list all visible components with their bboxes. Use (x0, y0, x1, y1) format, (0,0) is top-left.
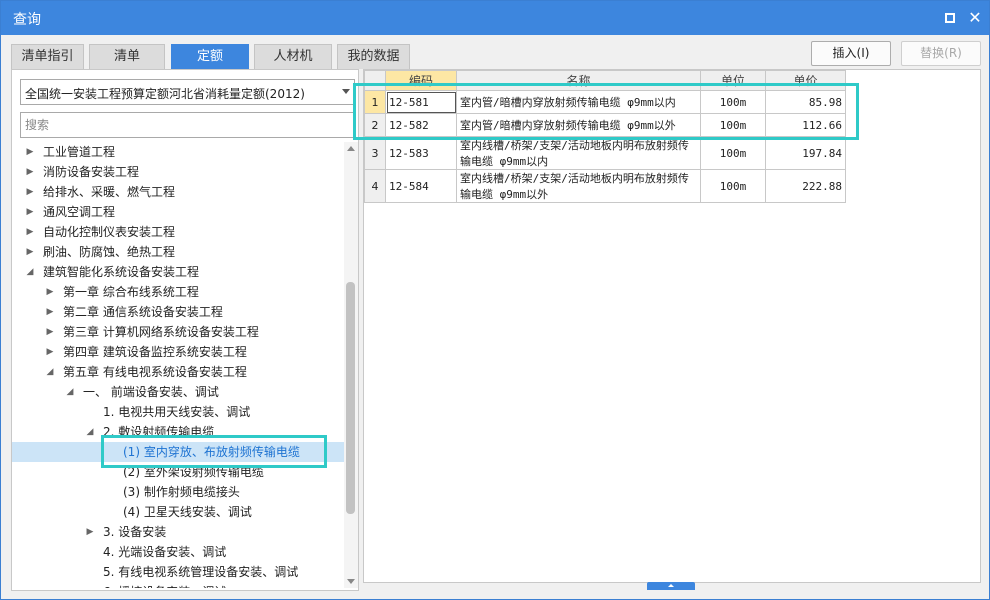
cell-code[interactable]: 12-583 (385, 136, 457, 170)
quota-library-value: 全国统一安装工程预算定额河北省消耗量定额(2012) (25, 87, 305, 101)
tree-node[interactable]: 1. 电视共用天线安装、调试 (12, 402, 344, 422)
collapse-arrow-icon[interactable]: ◢ (25, 262, 35, 282)
cell-unit[interactable]: 100m (700, 136, 766, 170)
scroll-down-icon[interactable] (347, 579, 355, 584)
tree-node[interactable]: (4) 卫星天线安装、调试 (12, 502, 344, 522)
query-dialog: 查询 ✕ 清单指引 清单 定额 人材机 我的数据 插入(I) 替换(R) 全国统… (0, 0, 990, 600)
tab-my-data[interactable]: 我的数据 (337, 44, 410, 69)
tree-node-label: 6. 播控设备安装、调试 (103, 582, 226, 588)
tree-node-label: 消防设备安装工程 (43, 165, 140, 179)
expand-arrow-icon[interactable]: ▶ (25, 222, 35, 242)
expand-arrow-icon[interactable]: ▶ (25, 162, 35, 182)
tree-node-label: 1. 电视共用天线安装、调试 (103, 405, 251, 419)
tree-node-label: 自动化控制仪表安装工程 (43, 225, 176, 239)
panel-collapse-handle[interactable] (647, 582, 695, 590)
tree-node[interactable]: ◢ 建筑智能化系统设备安装工程 (12, 262, 344, 282)
tree-node[interactable]: ▶ 消防设备安装工程 (12, 162, 344, 182)
cell-price[interactable]: 222.88 (765, 169, 846, 203)
tree-node-label: 第四章 建筑设备监控系统安装工程 (63, 345, 247, 359)
tree-node[interactable]: ◢ 第五章 有线电视系统设备安装工程 (12, 362, 344, 382)
cell-code[interactable]: 12-584 (385, 169, 457, 203)
tree-node[interactable]: 4. 光端设备安装、调试 (12, 542, 344, 562)
replace-button[interactable]: 替换(R) (901, 41, 981, 66)
tree-node[interactable]: ▶ 刷油、防腐蚀、绝热工程 (12, 242, 344, 262)
expand-arrow-icon[interactable]: ▶ (85, 522, 95, 542)
tree-node-label: 第二章 通信系统设备安装工程 (63, 305, 223, 319)
chevron-down-icon[interactable] (342, 89, 350, 94)
window-title: 查询 (13, 12, 41, 28)
chapter-tree: ▶ 工业管道工程 ▶ 消防设备安装工程 ▶ 给排水、采暖、燃气工程 ▶ 通风空调工程 ▶ 自动化控… (12, 142, 344, 588)
tree-node-label: 刷油、防腐蚀、绝热工程 (43, 245, 176, 259)
tree-node-label: 工业管道工程 (43, 145, 116, 159)
tab-labor-material-machine[interactable]: 人材机 (254, 44, 332, 69)
close-icon[interactable]: ✕ (966, 9, 984, 27)
search-input[interactable] (20, 112, 355, 138)
cell-name[interactable]: 室内线槽/桥架/支架/活动地板内明布放射频传输电缆 φ9mm以内 (456, 136, 701, 170)
collapse-arrow-icon[interactable]: ◢ (85, 422, 95, 442)
maximize-icon[interactable] (941, 9, 959, 27)
quota-library-select[interactable]: 全国统一安装工程预算定额河北省消耗量定额(2012) (20, 79, 355, 105)
collapse-arrow-icon[interactable]: ◢ (65, 382, 75, 402)
tree-node[interactable]: ▶ 自动化控制仪表安装工程 (12, 222, 344, 242)
tree-node[interactable]: ▶ 第二章 通信系统设备安装工程 (12, 302, 344, 322)
title-bar[interactable]: 查询 ✕ (1, 1, 989, 35)
tree-scrollbar[interactable] (344, 142, 358, 588)
tree-node[interactable]: ▶ 工业管道工程 (12, 142, 344, 162)
tree-node-label: 5. 有线电视系统管理设备安装、调试 (103, 565, 299, 579)
tree-node[interactable]: 6. 播控设备安装、调试 (12, 582, 344, 588)
highlight-box-rows (353, 83, 859, 140)
row-number: 4 (364, 169, 386, 203)
expand-arrow-icon[interactable]: ▶ (45, 302, 55, 322)
tree-node-label: 一、 前端设备安装、调试 (83, 385, 219, 399)
tree-node[interactable]: ▶ 第四章 建筑设备监控系统安装工程 (12, 342, 344, 362)
quota-tree-panel: 全国统一安装工程预算定额河北省消耗量定额(2012) ▶ 工业管道工程 ▶ 消防设备安… (11, 69, 359, 591)
table-row[interactable]: 4 12-584 室内线槽/桥架/支架/活动地板内明布放射频传输电缆 φ9mm以… (364, 169, 846, 203)
expand-arrow-icon[interactable]: ▶ (25, 202, 35, 222)
scroll-thumb[interactable] (346, 282, 355, 514)
tree-node-label: 第三章 计算机网络系统设备安装工程 (63, 325, 259, 339)
tab-list-guide[interactable]: 清单指引 (11, 44, 84, 69)
expand-arrow-icon[interactable]: ▶ (25, 142, 35, 162)
expand-arrow-icon[interactable]: ▶ (25, 242, 35, 262)
insert-button[interactable]: 插入(I) (811, 41, 891, 66)
tree-node-label: 4. 光端设备安装、调试 (103, 545, 227, 559)
tree-node-label: 第一章 综合布线系统工程 (63, 285, 199, 299)
quota-grid-panel: 编码 名称 单位 单价 1 12-581 室内管/暗槽内穿放射频传输电缆 φ9m… (363, 69, 981, 583)
tree-node[interactable]: ▶ 第三章 计算机网络系统设备安装工程 (12, 322, 344, 342)
tree-node-label: 给排水、采暖、燃气工程 (43, 185, 176, 199)
tree-node[interactable]: (3) 制作射频电缆接头 (12, 482, 344, 502)
tree-node-label: (3) 制作射频电缆接头 (123, 485, 240, 499)
table-row[interactable]: 3 12-583 室内线槽/桥架/支架/活动地板内明布放射频传输电缆 φ9mm以… (364, 136, 846, 170)
tab-list[interactable]: 清单 (89, 44, 165, 69)
tab-quota[interactable]: 定额 (171, 44, 249, 69)
tree-node-label: 通风空调工程 (43, 205, 116, 219)
tree-node[interactable]: ▶ 通风空调工程 (12, 202, 344, 222)
expand-arrow-icon[interactable]: ▶ (45, 342, 55, 362)
cell-price[interactable]: 197.84 (765, 136, 846, 170)
expand-arrow-icon[interactable]: ▶ (25, 182, 35, 202)
tree-node-label: 第五章 有线电视系统设备安装工程 (63, 365, 247, 379)
collapse-arrow-icon[interactable]: ◢ (45, 362, 55, 382)
highlight-box-selected-node (101, 435, 327, 468)
tree-node[interactable]: ▶ 3. 设备安装 (12, 522, 344, 542)
tree-node-label: 3. 设备安装 (103, 525, 167, 539)
expand-arrow-icon[interactable]: ▶ (45, 322, 55, 342)
tree-node[interactable]: 5. 有线电视系统管理设备安装、调试 (12, 562, 344, 582)
cell-unit[interactable]: 100m (700, 169, 766, 203)
expand-arrow-icon[interactable]: ▶ (45, 282, 55, 302)
tree-node-label: 建筑智能化系统设备安装工程 (43, 265, 200, 279)
cell-name[interactable]: 室内线槽/桥架/支架/活动地板内明布放射频传输电缆 φ9mm以外 (456, 169, 701, 203)
tree-node[interactable]: ▶ 给排水、采暖、燃气工程 (12, 182, 344, 202)
tree-node[interactable]: ◢ 一、 前端设备安装、调试 (12, 382, 344, 402)
tree-node[interactable]: ▶ 第一章 综合布线系统工程 (12, 282, 344, 302)
row-number: 3 (364, 136, 386, 170)
tree-node-label: (4) 卫星天线安装、调试 (123, 505, 252, 519)
scroll-up-icon[interactable] (347, 146, 355, 151)
